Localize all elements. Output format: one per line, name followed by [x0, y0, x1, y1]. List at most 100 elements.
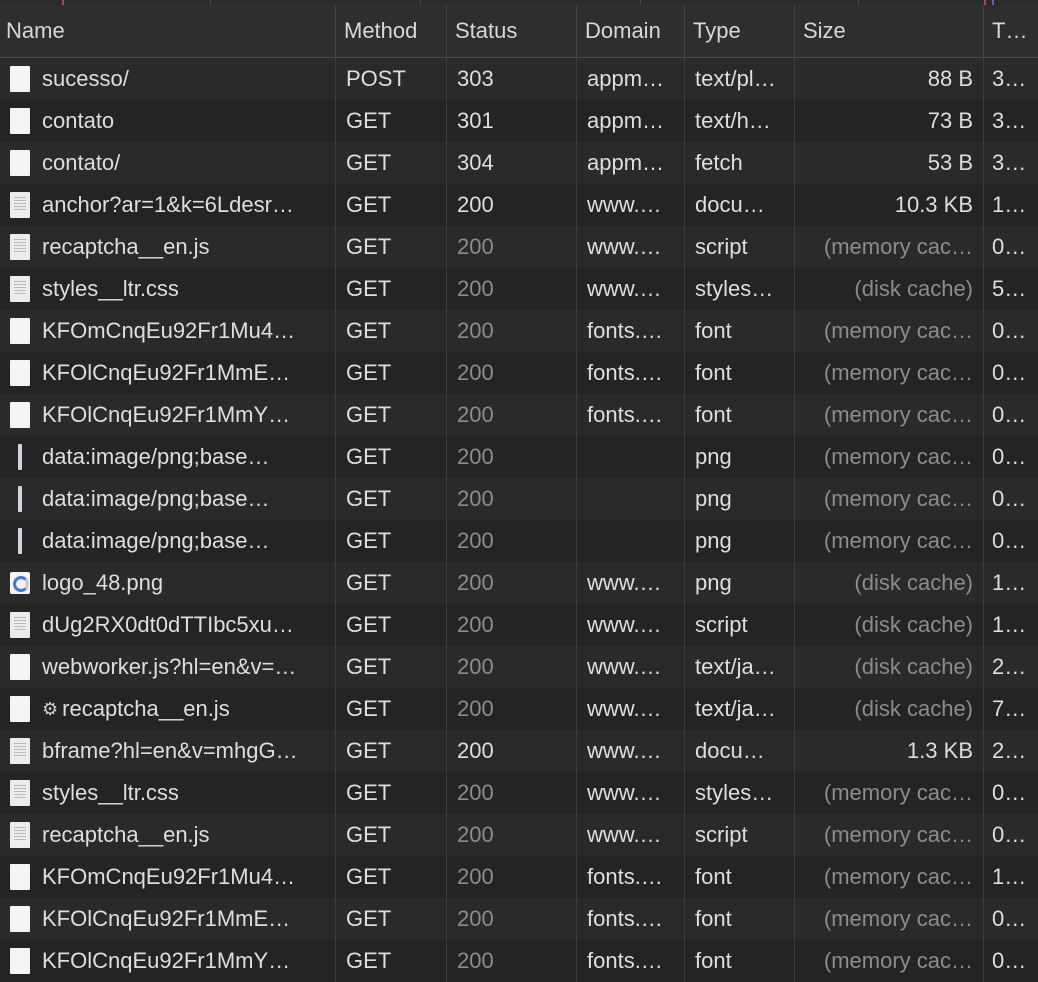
cell-method: GET — [336, 940, 447, 982]
request-row[interactable]: contato/GET 304 appm… fetch 53 B 3… — [0, 142, 1038, 184]
file-icon — [10, 66, 30, 92]
cell-status: 304 — [447, 142, 577, 184]
cell-size: 88 B — [795, 58, 984, 100]
cell-domain — [577, 478, 685, 520]
cell-name[interactable]: KFOmCnqEu92Fr1Mu4… — [0, 310, 336, 352]
cell-status: 200 — [447, 184, 577, 226]
cell-name[interactable]: KFOlCnqEu92Fr1MmE… — [0, 352, 336, 394]
cell-domain: fonts.… — [577, 898, 685, 940]
column-header-name[interactable]: Name — [0, 5, 336, 57]
request-row[interactable]: logo_48.png GET 200 www.… png (disk cache) 1… — [0, 562, 1038, 604]
request-name: KFOlCnqEu92Fr1MmY… — [42, 948, 291, 973]
request-row[interactable]: sucesso/POST 303 appm… text/pl… 88 B 3… — [0, 58, 1038, 100]
request-row[interactable]: recaptcha__en.js GET 200 www.… script (memory… — [0, 814, 1038, 856]
file-icon — [10, 150, 30, 176]
request-row[interactable]: styles__ltr.css GET 200 www.… styles… (disk c… — [0, 268, 1038, 310]
cell-name[interactable]: data:image/png;base… — [0, 520, 336, 562]
request-row[interactable]: data:image/png;base… GET 200 png (memory cac… — [0, 436, 1038, 478]
request-name: recaptcha__en.js — [42, 234, 210, 259]
file-icon — [10, 906, 30, 932]
request-row[interactable]: contato GET 301 appm… text/h… 73 B 3… — [0, 100, 1038, 142]
cell-type: text/ja… — [685, 646, 795, 688]
request-row[interactable]: KFOlCnqEu92Fr1MmE… GET 200 fonts.… font (memo… — [0, 898, 1038, 940]
file-icon — [10, 864, 30, 890]
column-header-size[interactable]: Size — [795, 5, 984, 57]
column-header-method[interactable]: Method — [336, 5, 447, 57]
cell-size: (memory cac… — [795, 940, 984, 982]
cell-type: fetch — [685, 142, 795, 184]
cell-name[interactable]: ⚙ recaptcha__en.js — [0, 688, 336, 730]
cell-domain: www.… — [577, 688, 685, 730]
request-row[interactable]: KFOmCnqEu92Fr1Mu4… GET 200 fonts.… font (memo… — [0, 856, 1038, 898]
request-row[interactable]: ⚙ recaptcha__en.js GET 200 www.… text/ja… (dis… — [0, 688, 1038, 730]
cell-domain: fonts.… — [577, 394, 685, 436]
cell-size: (memory cac… — [795, 352, 984, 394]
cell-time: 1… — [992, 570, 1027, 595]
cell-name[interactable]: dUg2RX0dt0dTTIbc5xu… — [0, 604, 336, 646]
cell-name[interactable]: contato — [0, 100, 336, 142]
cell-method: GET — [336, 226, 447, 268]
cell-name[interactable]: contato/ — [0, 142, 336, 184]
cell-name[interactable]: webworker.js?hl=en&v=… — [0, 646, 336, 688]
cell-name[interactable]: KFOmCnqEu92Fr1Mu4… — [0, 856, 336, 898]
request-row[interactable]: KFOlCnqEu92Fr1MmY… GET 200 fonts.… font (memo… — [0, 394, 1038, 436]
request-name: dUg2RX0dt0dTTIbc5xu… — [42, 612, 294, 637]
cell-size: (memory cac… — [795, 814, 984, 856]
cell-name[interactable]: logo_48.png — [0, 562, 336, 604]
column-header-type[interactable]: Type — [685, 5, 795, 57]
cell-name[interactable]: bframe?hl=en&v=mhgG… — [0, 730, 336, 772]
request-row[interactable]: anchor?ar=1&k=6Ldesr… GET 200 www.… docu… 10.… — [0, 184, 1038, 226]
cell-name[interactable]: recaptcha__en.js — [0, 814, 336, 856]
request-row[interactable]: styles__ltr.css GET 200 www.… styles… (memory… — [0, 772, 1038, 814]
cell-domain — [577, 436, 685, 478]
document-icon — [10, 738, 30, 764]
cell-status: 200 — [447, 898, 577, 940]
column-header-domain[interactable]: Domain — [577, 5, 685, 57]
cell-name[interactable]: data:image/png;base… — [0, 478, 336, 520]
cell-size: 73 B — [795, 100, 984, 142]
cell-type: styles… — [685, 268, 795, 310]
cell-size: 53 B — [795, 142, 984, 184]
request-row[interactable]: dUg2RX0dt0dTTIbc5xu… GET 200 www.… script (di… — [0, 604, 1038, 646]
column-header-status[interactable]: Status — [447, 5, 577, 57]
cell-name[interactable]: KFOlCnqEu92Fr1MmE… — [0, 898, 336, 940]
cell-method: GET — [336, 352, 447, 394]
cell-method: POST — [336, 58, 447, 100]
file-icon — [10, 696, 30, 722]
request-row[interactable]: webworker.js?hl=en&v=… GET 200 www.… text/ja… — [0, 646, 1038, 688]
request-name: data:image/png;base… — [42, 528, 270, 553]
file-icon — [10, 108, 30, 134]
table-header: Name Method Status Domain Type Size T… — [0, 5, 1038, 58]
request-row[interactable]: data:image/png;base… GET 200 png (memory cac… — [0, 520, 1038, 562]
cell-name[interactable]: anchor?ar=1&k=6Ldesr… — [0, 184, 336, 226]
cell-size: (memory cac… — [795, 772, 984, 814]
cell-time: 7… — [992, 696, 1027, 721]
cell-size: (disk cache) — [795, 562, 984, 604]
request-row[interactable]: bframe?hl=en&v=mhgG… GET 200 www.… docu… 1.3 … — [0, 730, 1038, 772]
request-row[interactable]: recaptcha__en.js GET 200 www.… script (memory… — [0, 226, 1038, 268]
document-icon — [10, 780, 30, 806]
cell-name[interactable]: KFOlCnqEu92Fr1MmY… — [0, 940, 336, 982]
column-header-time[interactable]: T… — [984, 5, 1038, 57]
request-row[interactable]: data:image/png;base… GET 200 png (memory cac… — [0, 478, 1038, 520]
cell-type: font — [685, 394, 795, 436]
image-icon — [18, 444, 22, 470]
request-row[interactable]: KFOlCnqEu92Fr1MmE… GET 200 fonts.… font (memo… — [0, 352, 1038, 394]
cell-time: 3… — [992, 108, 1027, 133]
cell-size: (disk cache) — [795, 268, 984, 310]
cell-name[interactable]: KFOlCnqEu92Fr1MmY… — [0, 394, 336, 436]
cell-name[interactable]: styles__ltr.css — [0, 268, 336, 310]
cell-name[interactable]: recaptcha__en.js — [0, 226, 336, 268]
cell-status: 303 — [447, 58, 577, 100]
request-name: logo_48.png — [42, 570, 164, 595]
request-row[interactable]: KFOlCnqEu92Fr1MmY… GET 200 fonts.… font (memo… — [0, 940, 1038, 982]
request-row[interactable]: KFOmCnqEu92Fr1Mu4… GET 200 fonts.… font (memo… — [0, 310, 1038, 352]
cell-type: font — [685, 856, 795, 898]
cell-status: 200 — [447, 478, 577, 520]
cell-name[interactable]: sucesso/ — [0, 58, 336, 100]
cell-time: 0… — [992, 360, 1027, 385]
request-name: data:image/png;base… — [42, 486, 270, 511]
cell-name[interactable]: data:image/png;base… — [0, 436, 336, 478]
cell-name[interactable]: styles__ltr.css — [0, 772, 336, 814]
request-name: sucesso/ — [42, 66, 129, 91]
